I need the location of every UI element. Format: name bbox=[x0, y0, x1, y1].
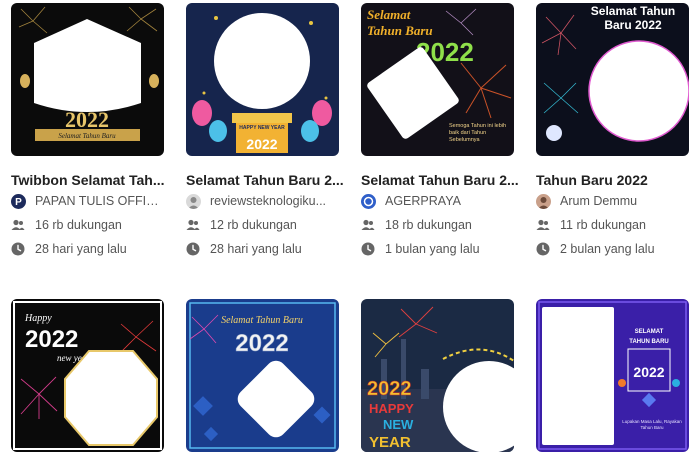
author-name[interactable]: AGERPRAYA bbox=[385, 194, 515, 208]
author-avatar bbox=[536, 193, 551, 209]
users-icon bbox=[536, 219, 550, 230]
campaign-title[interactable]: Tahun Baru 2022 bbox=[536, 172, 696, 188]
time-ago: 2 bulan yang lalu bbox=[560, 242, 655, 256]
author-row[interactable]: Arum Demmu bbox=[536, 190, 691, 212]
time-row: 1 bulan yang lalu bbox=[361, 238, 516, 260]
campaign-thumbnail[interactable]: 2022 Selamat Tahun Baru bbox=[11, 3, 164, 156]
svg-text:YEAR: YEAR bbox=[369, 434, 411, 451]
time-row: 28 hari yang lalu bbox=[186, 238, 341, 260]
users-icon bbox=[11, 219, 25, 230]
campaign-title[interactable]: Selamat Tahun Baru 2... bbox=[186, 172, 346, 188]
supporters-row: 16 rb dukungan bbox=[11, 214, 166, 236]
time-row: 28 hari yang lalu bbox=[11, 238, 166, 260]
author-row[interactable]: reviewsteknologiku... bbox=[186, 190, 341, 212]
svg-text:NEW: NEW bbox=[383, 417, 414, 432]
author-avatar bbox=[186, 193, 201, 209]
supporters-count: 12 rb dukungan bbox=[210, 218, 297, 232]
frame-artwork: Happy 2022 new year bbox=[11, 299, 164, 452]
campaign-thumbnail[interactable]: Selamat Tahun Baru 2022 Semoga Tahun ini… bbox=[361, 3, 514, 156]
campaign-card-8[interactable]: SELAMAT TAHUN BARU 2022 Lupakan Masa Lal… bbox=[536, 299, 691, 452]
svg-text:2022: 2022 bbox=[367, 378, 412, 400]
time-ago: 28 hari yang lalu bbox=[35, 242, 127, 256]
supporters-count: 18 rb dukungan bbox=[385, 218, 472, 232]
frame-artwork: SELAMAT TAHUN BARU 2022 Lupakan Masa Lal… bbox=[536, 299, 689, 452]
frame-artwork: Selamat Tahun Baru 2022 bbox=[536, 3, 689, 156]
campaign-thumbnail[interactable]: Happy 2022 new year bbox=[11, 299, 164, 452]
campaign-card-3[interactable]: Selamat Tahun Baru 2022 Semoga Tahun ini… bbox=[361, 3, 519, 260]
frame-artwork: 2022 Selamat Tahun Baru bbox=[11, 3, 164, 156]
author-row[interactable]: P PAPAN TULIS OFFICI... bbox=[11, 190, 166, 212]
supporters-row: 18 rb dukungan bbox=[361, 214, 516, 236]
svg-text:2022: 2022 bbox=[25, 326, 78, 353]
time-ago: 1 bulan yang lalu bbox=[385, 242, 480, 256]
clock-icon bbox=[186, 242, 200, 256]
author-avatar bbox=[361, 193, 376, 209]
campaign-thumbnail[interactable]: 2022 HAPPY NEW YEAR bbox=[361, 299, 514, 452]
frame-artwork: 2022 HAPPY NEW YEAR bbox=[361, 299, 514, 452]
svg-text:2022: 2022 bbox=[65, 107, 109, 132]
author-row[interactable]: AGERPRAYA bbox=[361, 190, 516, 212]
supporters-row: 11 rb dukungan bbox=[536, 214, 691, 236]
users-icon bbox=[361, 219, 375, 230]
svg-text:Tahun Baru: Tahun Baru bbox=[367, 23, 433, 38]
supporters-count: 16 rb dukungan bbox=[35, 218, 122, 232]
svg-text:Selamat Tahun Baru: Selamat Tahun Baru bbox=[58, 132, 116, 140]
svg-text:HAPPY NEW YEAR: HAPPY NEW YEAR bbox=[239, 125, 285, 131]
campaign-card-4[interactable]: Selamat Tahun Baru 2022 Tahun Baru 2022 … bbox=[536, 3, 691, 260]
supporters-row: 12 rb dukungan bbox=[186, 214, 341, 236]
frame-artwork: Selamat Tahun Baru 2022 bbox=[186, 299, 339, 452]
clock-icon bbox=[11, 242, 25, 256]
svg-text:HAPPY: HAPPY bbox=[369, 401, 414, 416]
campaign-title[interactable]: Twibbon Selamat Tah... bbox=[11, 172, 171, 188]
campaign-card-2[interactable]: HAPPY NEW YEAR 2022 Selamat Tahun Baru 2… bbox=[186, 3, 344, 260]
svg-text:Happy: Happy bbox=[24, 313, 52, 324]
svg-text:P: P bbox=[15, 197, 22, 208]
clock-icon bbox=[536, 242, 550, 256]
campaign-card-1[interactable]: 2022 Selamat Tahun Baru Twibbon Selamat … bbox=[11, 3, 166, 260]
campaign-card-7[interactable]: 2022 HAPPY NEW YEAR bbox=[361, 299, 516, 452]
author-name[interactable]: reviewsteknologiku... bbox=[210, 194, 340, 208]
svg-text:2022: 2022 bbox=[235, 330, 288, 357]
svg-text:Selamat Tahun Baru: Selamat Tahun Baru bbox=[221, 315, 303, 326]
campaign-card-5[interactable]: Happy 2022 new year bbox=[11, 299, 166, 452]
clock-icon bbox=[361, 242, 375, 256]
time-row: 2 bulan yang lalu bbox=[536, 238, 691, 260]
author-avatar: P bbox=[11, 193, 26, 209]
svg-text:2022: 2022 bbox=[633, 364, 664, 380]
author-name[interactable]: Arum Demmu bbox=[560, 194, 690, 208]
campaign-thumbnail[interactable]: Selamat Tahun Baru 2022 bbox=[186, 299, 339, 452]
frame-artwork: HAPPY NEW YEAR 2022 bbox=[186, 3, 339, 156]
campaign-title[interactable]: Selamat Tahun Baru 2... bbox=[361, 172, 521, 188]
campaign-card-6[interactable]: Selamat Tahun Baru 2022 bbox=[186, 299, 341, 452]
svg-text:2022: 2022 bbox=[246, 136, 277, 152]
campaign-thumbnail[interactable]: SELAMAT TAHUN BARU 2022 Lupakan Masa Lal… bbox=[536, 299, 689, 452]
time-ago: 28 hari yang lalu bbox=[210, 242, 302, 256]
campaign-thumbnail[interactable]: HAPPY NEW YEAR 2022 bbox=[186, 3, 339, 156]
users-icon bbox=[186, 219, 200, 230]
frame-artwork: Selamat Tahun Baru 2022 Semoga Tahun ini… bbox=[361, 3, 514, 156]
svg-text:TAHUN BARU: TAHUN BARU bbox=[629, 339, 669, 345]
svg-text:SELAMAT: SELAMAT bbox=[635, 329, 664, 335]
campaign-thumbnail[interactable]: Selamat Tahun Baru 2022 bbox=[536, 3, 689, 156]
author-name[interactable]: PAPAN TULIS OFFICI... bbox=[35, 194, 165, 208]
svg-text:Selamat: Selamat bbox=[367, 7, 411, 22]
supporters-count: 11 rb dukungan bbox=[560, 218, 646, 232]
